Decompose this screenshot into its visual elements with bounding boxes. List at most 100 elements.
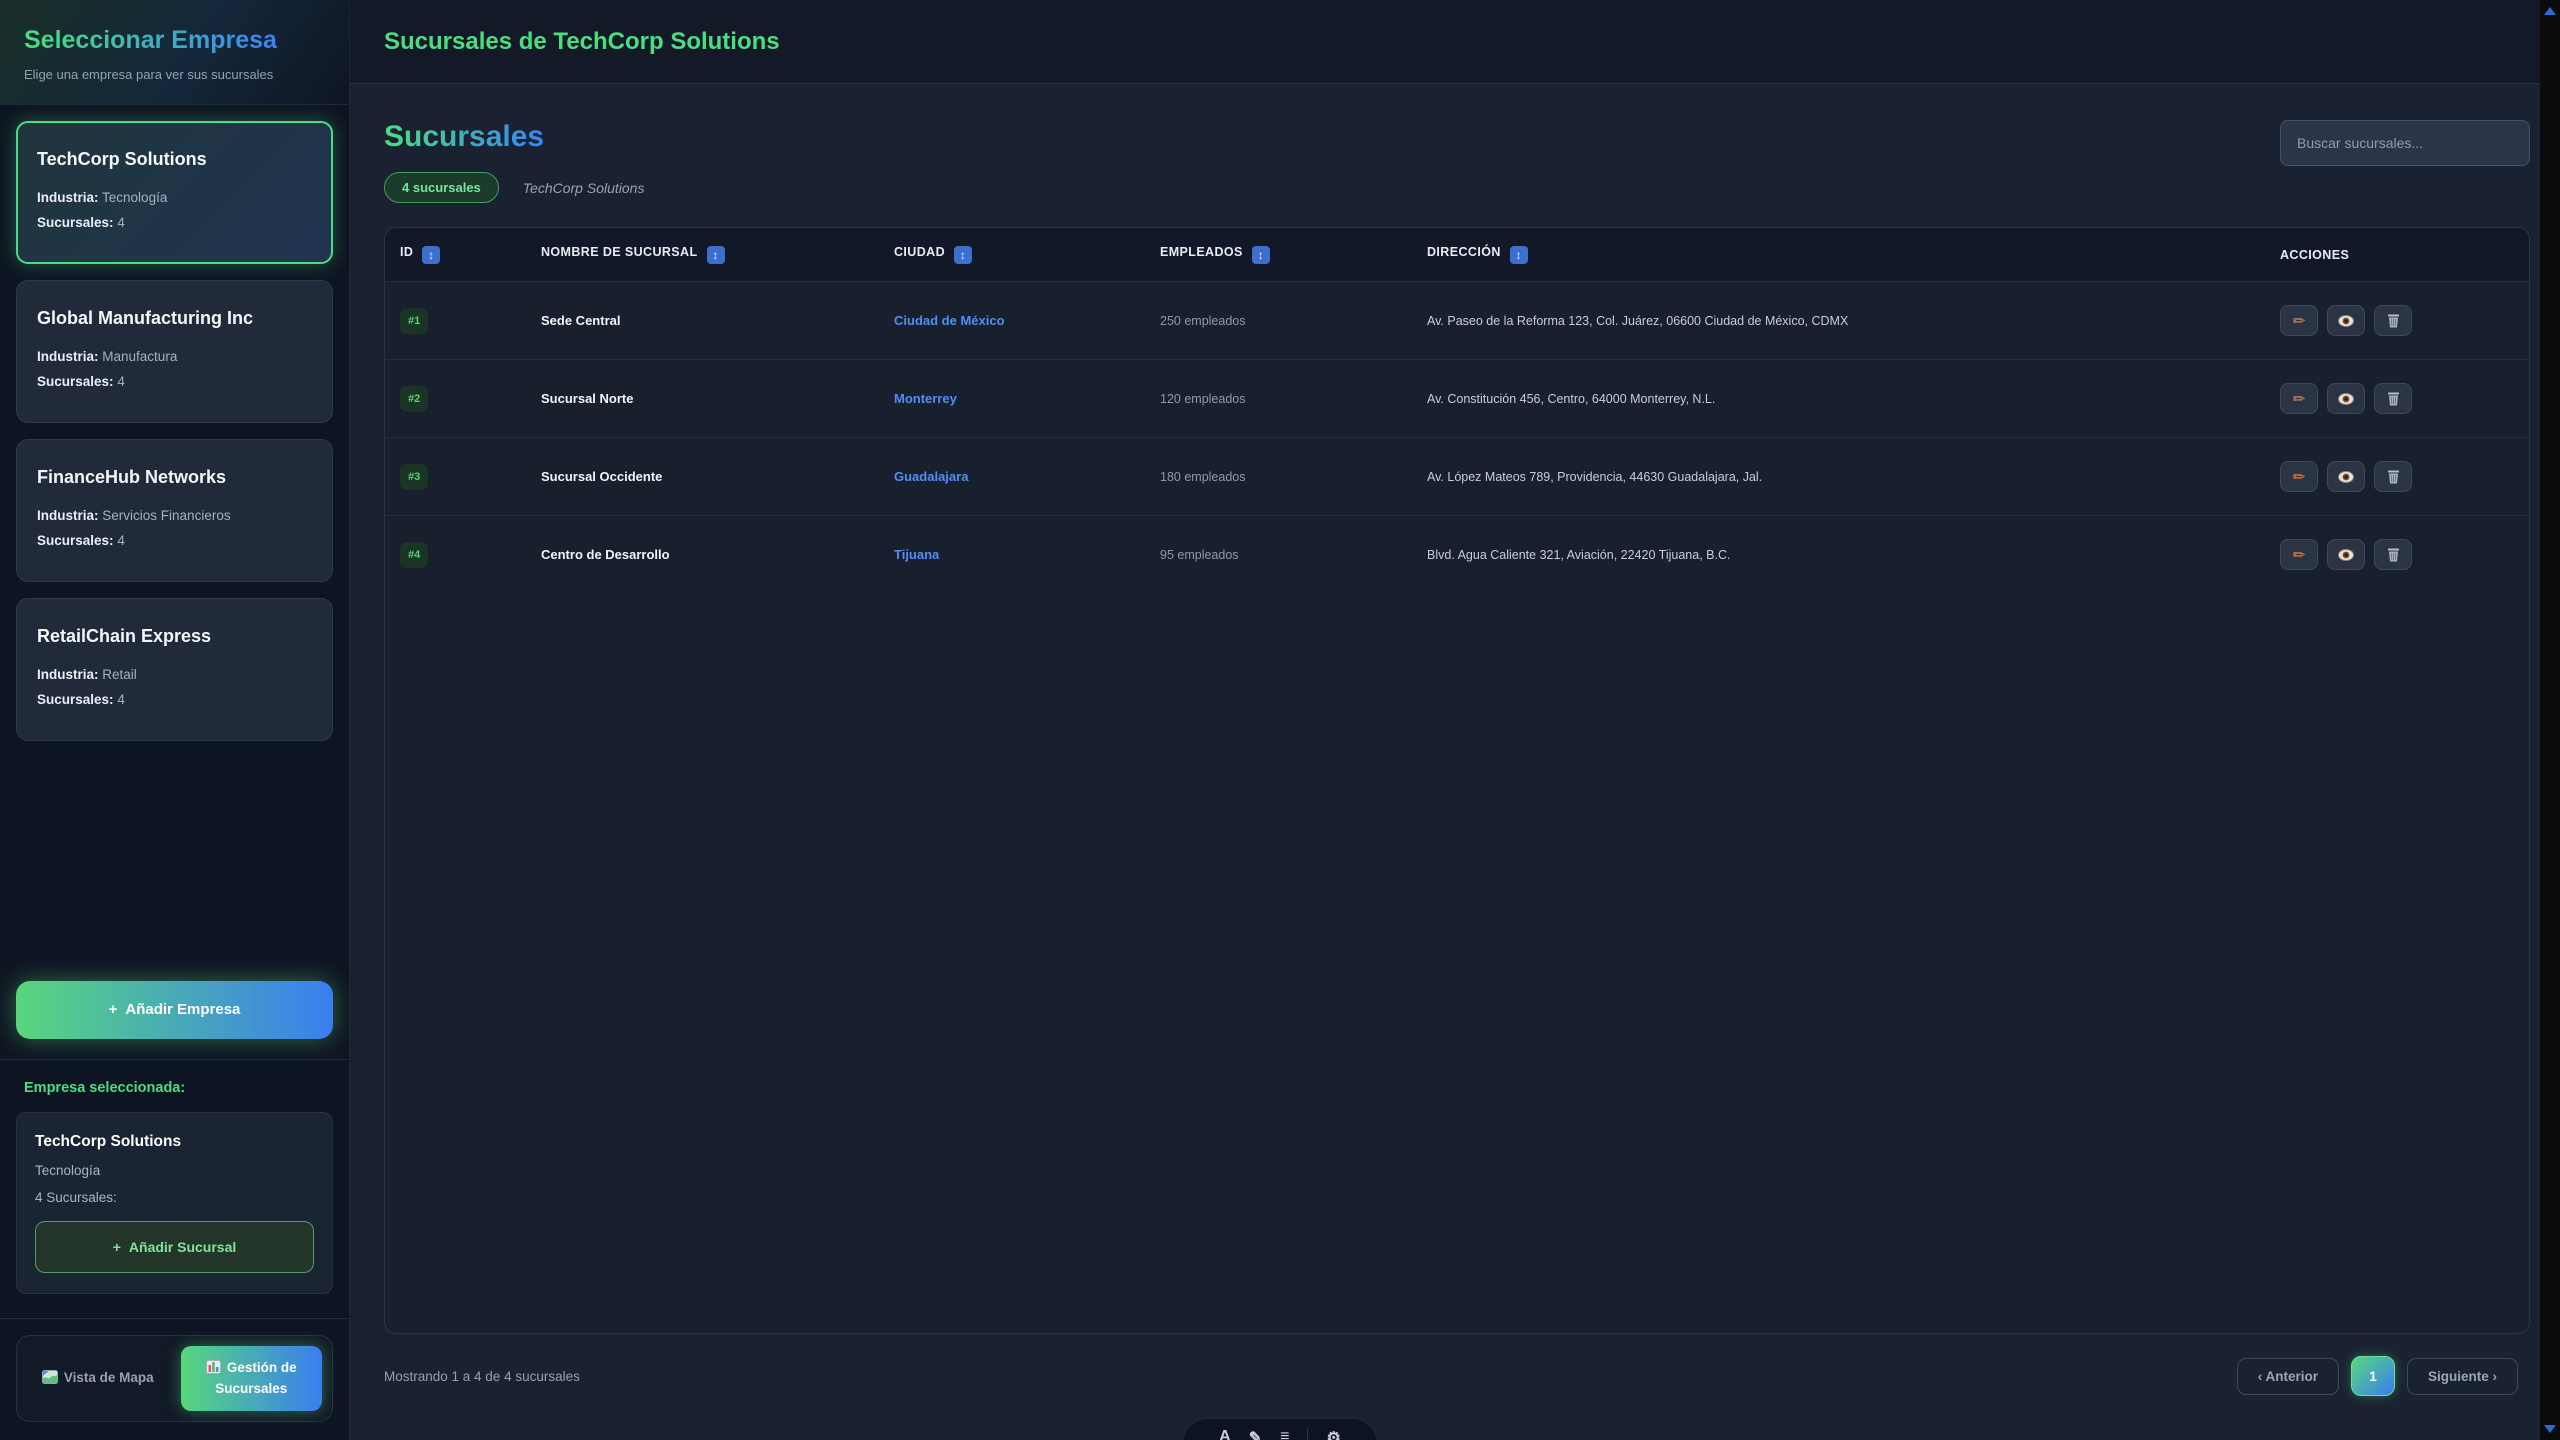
next-page-button[interactable]: Siguiente › [2407, 1358, 2518, 1395]
branch-city-link[interactable]: Monterrey [894, 391, 957, 406]
trash-icon [2387, 548, 2400, 562]
company-card-global-manufacturing[interactable]: Global Manufacturing Inc Industria: Manu… [16, 280, 333, 423]
branch-name: Sucursal Occidente [529, 438, 882, 516]
view-button[interactable] [2327, 305, 2365, 336]
company-branches: Sucursales: 4 [37, 211, 312, 236]
company-industry: Industria: Retail [37, 663, 312, 688]
pencil-icon: ✏ [2293, 546, 2306, 564]
sort-icon[interactable]: ↕ [707, 246, 725, 264]
pen-icon[interactable]: ✎ [1249, 1428, 1262, 1440]
sidebar-actions: +Añadir Empresa [0, 965, 349, 1060]
column-header-actions: ACCIONES [2268, 228, 2529, 282]
section-title: Sucursales [384, 120, 544, 154]
row-id-badge: #4 [400, 542, 428, 568]
company-industry: Industria: Tecnología [37, 186, 312, 211]
table-row: #3 Sucursal Occidente Guadalajara 180 em… [385, 438, 2529, 516]
sidebar: Seleccionar Empresa Elige una empresa pa… [0, 0, 350, 1440]
previous-page-button[interactable]: ‹ Anterior [2237, 1358, 2339, 1395]
column-label: DIRECCIÓN [1427, 245, 1501, 259]
view-button[interactable] [2327, 383, 2365, 414]
content-panel: Sucursales 4 sucursales TechCorp Solutio… [350, 84, 2560, 1440]
branch-address: Av. Constitución 456, Centro, 64000 Mont… [1415, 360, 2268, 438]
row-id-badge: #1 [400, 308, 428, 334]
selected-company-branch-count: 4 Sucursales: [35, 1190, 314, 1205]
table-row: #4 Centro de Desarrollo Tijuana 95 emple… [385, 516, 2529, 594]
company-branches: Sucursales: 4 [37, 688, 312, 713]
column-header-employees[interactable]: EMPLEADOS ↕ [1148, 228, 1415, 282]
industry-label: Industria: [37, 508, 99, 523]
branch-city-link[interactable]: Ciudad de México [894, 313, 1005, 328]
industry-value: Retail [102, 667, 137, 682]
font-icon[interactable]: A [1219, 1428, 1231, 1440]
scroll-down-icon[interactable] [2544, 1425, 2556, 1433]
branch-city-link[interactable]: Guadalajara [894, 469, 968, 484]
sort-icon[interactable]: ↕ [1252, 246, 1270, 264]
plus-icon: + [113, 1239, 121, 1255]
branch-management-button[interactable]: Gestión de Sucursales [181, 1346, 323, 1411]
branch-address: Blvd. Agua Caliente 321, Aviación, 22420… [1415, 516, 2268, 594]
add-company-button[interactable]: +Añadir Empresa [16, 981, 333, 1039]
branch-address: Av. Paseo de la Reforma 123, Col. Juárez… [1415, 282, 2268, 360]
map-view-button[interactable]: Vista de Mapa [27, 1346, 169, 1411]
add-branch-button[interactable]: +Añadir Sucursal [35, 1221, 314, 1273]
sort-icon[interactable]: ↕ [954, 246, 972, 264]
edit-button[interactable]: ✏ [2280, 461, 2318, 492]
company-branches: Sucursales: 4 [37, 529, 312, 554]
industry-label: Industria: [37, 349, 99, 364]
table-row: #2 Sucursal Norte Monterrey 120 empleado… [385, 360, 2529, 438]
column-header-name[interactable]: NOMBRE DE SUCURSAL↕ [529, 228, 882, 282]
pencil-icon: ✏ [2293, 312, 2306, 330]
selected-company-heading: Empresa seleccionada: [16, 1080, 333, 1096]
company-card-retailchain[interactable]: RetailChain Express Industria: Retail Su… [16, 598, 333, 741]
delete-button[interactable] [2374, 305, 2412, 336]
column-label: EMPLEADOS [1160, 245, 1243, 259]
search-input[interactable] [2280, 120, 2530, 166]
eye-icon [2338, 393, 2354, 405]
delete-button[interactable] [2374, 539, 2412, 570]
company-name: Global Manufacturing Inc [37, 308, 312, 329]
branches-table: ID ↕ NOMBRE DE SUCURSAL↕ CIUDAD ↕ EMPLEADO… [385, 228, 2529, 593]
column-header-id[interactable]: ID ↕ [385, 228, 529, 282]
branch-employees: 120 empleados [1148, 360, 1415, 438]
branch-employees: 95 empleados [1148, 516, 1415, 594]
branches-value: 4 [117, 215, 125, 230]
badge-row: 4 sucursales TechCorp Solutions [384, 172, 644, 203]
column-header-city[interactable]: CIUDAD ↕ [882, 228, 1148, 282]
branches-label: Sucursales: [37, 692, 114, 707]
scrollbar[interactable] [2540, 0, 2560, 1440]
branches-label: Sucursales: [37, 374, 114, 389]
branch-city-link[interactable]: Tijuana [894, 547, 939, 562]
gear-icon[interactable]: ⚙ [1326, 1428, 1340, 1440]
main-area: Sucursales de TechCorp Solutions Sucursa… [350, 0, 2560, 1440]
column-label: ID [400, 245, 413, 259]
sort-icon[interactable]: ↕ [422, 246, 440, 264]
edit-button[interactable]: ✏ [2280, 305, 2318, 336]
branches-value: 4 [117, 692, 125, 707]
branch-employees: 180 empleados [1148, 438, 1415, 516]
row-id-badge: #2 [400, 386, 428, 412]
trash-icon [2387, 470, 2400, 484]
delete-button[interactable] [2374, 383, 2412, 414]
column-label: CIUDAD [894, 245, 945, 259]
plus-icon: + [109, 1001, 118, 1018]
eye-icon [2338, 471, 2354, 483]
column-header-address[interactable]: DIRECCIÓN ↕ [1415, 228, 2268, 282]
row-actions: ✏ [2280, 539, 2517, 570]
company-card-techcorp[interactable]: TechCorp Solutions Industria: Tecnología… [16, 121, 333, 264]
edit-button[interactable]: ✏ [2280, 539, 2318, 570]
sidebar-header: Seleccionar Empresa Elige una empresa pa… [0, 0, 349, 105]
view-button[interactable] [2327, 461, 2365, 492]
company-card-financehub[interactable]: FinanceHub Networks Industria: Servicios… [16, 439, 333, 582]
scroll-up-icon[interactable] [2544, 7, 2556, 15]
view-button[interactable] [2327, 539, 2365, 570]
branch-address: Av. López Mateos 789, Providencia, 44630… [1415, 438, 2268, 516]
current-page-button[interactable]: 1 [2351, 1356, 2395, 1396]
lines-icon[interactable]: ≡ [1280, 1428, 1289, 1440]
sort-icon[interactable]: ↕ [1510, 246, 1528, 264]
branches-value: 4 [117, 533, 125, 548]
delete-button[interactable] [2374, 461, 2412, 492]
branches-table-container: ID ↕ NOMBRE DE SUCURSAL↕ CIUDAD ↕ EMPLEADO… [384, 227, 2530, 1334]
view-toggle: Vista de Mapa Gestión de Sucursales [16, 1335, 333, 1422]
company-branches: Sucursales: 4 [37, 370, 312, 395]
edit-button[interactable]: ✏ [2280, 383, 2318, 414]
